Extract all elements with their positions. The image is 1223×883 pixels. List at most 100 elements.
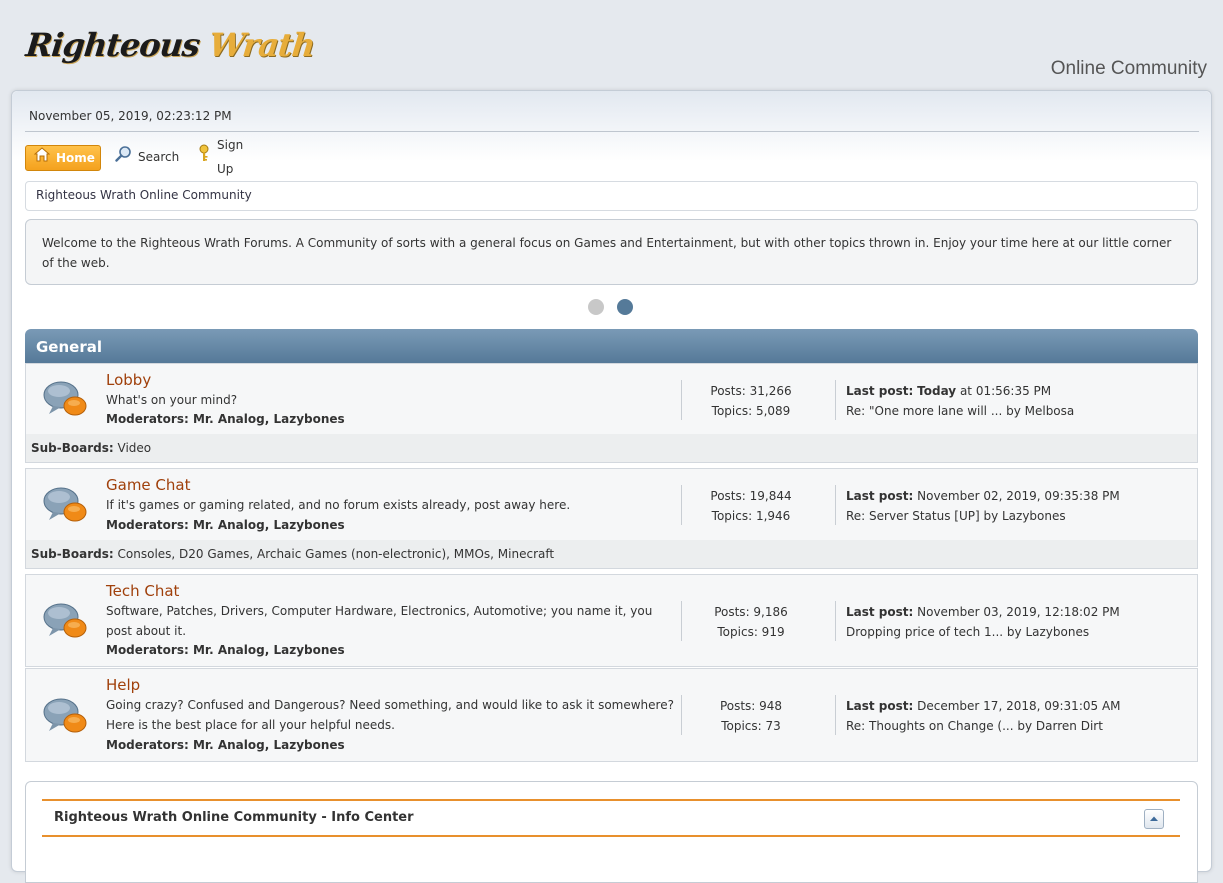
topics-count: Topics: 919	[717, 625, 785, 639]
menu-signup-button[interactable]: Sign Up	[197, 138, 243, 176]
menu-signup-label: Sign Up	[217, 138, 244, 176]
last-post-topic-link[interactable]: Re: "One more lane will ... by Melbosa	[846, 404, 1074, 418]
board-stats: Posts: 31,266 Topics: 5,089	[686, 381, 816, 421]
board-row-tech-chat: Tech Chat Software, Patches, Drivers, Co…	[25, 574, 1198, 667]
board-stats: Posts: 19,844 Topics: 1,946	[686, 486, 816, 526]
moderators-label: Moderators:	[106, 643, 189, 657]
site-tagline: Online Community	[1050, 58, 1207, 79]
chevron-up-icon	[1150, 816, 1158, 821]
forum-bubble-icon	[43, 698, 87, 733]
moderator-links[interactable]: Mr. Analog, Lazybones	[193, 518, 345, 532]
last-post-time: at 01:56:35 PM	[956, 384, 1052, 398]
site-header: Righteous Wrath Online Community	[0, 0, 1223, 88]
menu-home-button[interactable]: Home	[25, 145, 101, 171]
main-wrapper: November 05, 2019, 02:23:12 PM Home Sear…	[11, 90, 1212, 883]
last-post-day: Today	[917, 384, 957, 398]
menu-search-label: Search	[138, 150, 180, 164]
category-title: General	[36, 338, 102, 356]
subboard-links[interactable]: Video	[118, 441, 152, 455]
last-post-label: Last post:	[846, 699, 914, 713]
subboards-lobby: Sub-Boards: Video	[25, 434, 1198, 463]
board-title-link[interactable]: Tech Chat	[106, 582, 179, 600]
pager-dot-2[interactable]	[617, 299, 633, 315]
subboards-label: Sub-Boards:	[31, 441, 114, 455]
last-post-info: Last post: Today at 01:56:35 PM Re: "One…	[846, 381, 1074, 421]
home-icon	[33, 146, 51, 170]
last-post-time: November 02, 2019, 09:35:38 PM	[913, 489, 1120, 503]
posts-count: Posts: 31,266	[710, 384, 792, 398]
topics-count: Topics: 1,946	[711, 509, 791, 523]
last-post-info: Last post: November 03, 2019, 12:18:02 P…	[846, 602, 1120, 642]
board-moderators: Moderators: Mr. Analog, Lazybones	[106, 518, 345, 532]
logo-word-wrath: Wrath	[207, 26, 317, 64]
menu-search-button[interactable]: Search	[115, 145, 179, 169]
moderator-links[interactable]: Mr. Analog, Lazybones	[193, 738, 345, 752]
news-pager	[588, 299, 668, 315]
board-row-game-chat: Game Chat If it's games or gaming relate…	[25, 468, 1198, 541]
welcome-text: Welcome to the Righteous Wrath Forums. A…	[42, 236, 1172, 270]
divider	[681, 601, 682, 641]
last-post-label: Last post:	[846, 384, 914, 398]
last-post-time: November 03, 2019, 12:18:02 PM	[913, 605, 1120, 619]
subboards-label: Sub-Boards:	[31, 547, 114, 561]
divider	[835, 695, 836, 735]
board-stats: Posts: 948 Topics: 73	[686, 696, 816, 736]
moderators-label: Moderators:	[106, 412, 189, 426]
current-datetime: November 05, 2019, 02:23:12 PM	[29, 109, 232, 123]
last-post-label: Last post:	[846, 605, 914, 619]
board-description: What's on your mind?	[106, 393, 238, 407]
moderators-label: Moderators:	[106, 518, 189, 532]
info-center-title: Righteous Wrath Online Community - Info …	[54, 810, 414, 825]
search-icon	[115, 145, 132, 170]
site-logo[interactable]: Righteous Wrath	[24, 26, 316, 64]
moderator-links[interactable]: Mr. Analog, Lazybones	[193, 643, 345, 657]
forum-bubble-icon	[43, 487, 87, 522]
moderator-links[interactable]: Mr. Analog, Lazybones	[193, 412, 345, 426]
topics-count: Topics: 73	[721, 719, 781, 733]
board-description: Going crazy? Confused and Dangerous? Nee…	[106, 698, 674, 732]
divider	[681, 485, 682, 525]
key-icon	[197, 144, 211, 170]
board-title-link[interactable]: Lobby	[106, 371, 151, 389]
divider	[681, 380, 682, 420]
divider	[25, 131, 1199, 132]
last-post-label: Last post:	[846, 489, 914, 503]
moderators-label: Moderators:	[106, 738, 189, 752]
info-center-header: Righteous Wrath Online Community - Info …	[42, 799, 1180, 837]
breadcrumb: Righteous Wrath Online Community	[25, 181, 1198, 211]
board-title-link[interactable]: Game Chat	[106, 476, 190, 494]
collapse-toggle-button[interactable]	[1144, 809, 1164, 829]
divider	[835, 485, 836, 525]
divider	[835, 380, 836, 420]
board-description: Software, Patches, Drivers, Computer Har…	[106, 604, 653, 638]
welcome-news: Welcome to the Righteous Wrath Forums. A…	[25, 219, 1198, 285]
board-stats: Posts: 9,186 Topics: 919	[686, 602, 816, 642]
wrapper-gradient	[12, 91, 1211, 161]
divider	[681, 695, 682, 735]
forum-bubble-icon	[43, 381, 87, 416]
last-post-topic-link[interactable]: Dropping price of tech 1... by Lazybones	[846, 625, 1089, 639]
last-post-info: Last post: November 02, 2019, 09:35:38 P…	[846, 486, 1120, 526]
logo-word-righteous: Righteous	[24, 26, 202, 64]
last-post-time: December 17, 2018, 09:31:05 AM	[913, 699, 1121, 713]
forum-bubble-icon	[43, 603, 87, 638]
posts-count: Posts: 19,844	[710, 489, 792, 503]
board-title-link[interactable]: Help	[106, 676, 140, 694]
topics-count: Topics: 5,089	[711, 404, 791, 418]
last-post-topic-link[interactable]: Re: Thoughts on Change (... by Darren Di…	[846, 719, 1103, 733]
posts-count: Posts: 9,186	[714, 605, 788, 619]
pager-dot-1[interactable]	[588, 299, 604, 315]
posts-count: Posts: 948	[719, 699, 783, 713]
divider	[835, 601, 836, 641]
board-moderators: Moderators: Mr. Analog, Lazybones	[106, 738, 345, 752]
subboard-links[interactable]: Consoles, D20 Games, Archaic Games (non-…	[118, 547, 555, 561]
breadcrumb-forum-link[interactable]: Righteous Wrath Online Community	[36, 188, 252, 202]
category-header-general[interactable]: General	[25, 329, 1198, 363]
board-row-lobby: Lobby What's on your mind? Moderators: M…	[25, 363, 1198, 435]
last-post-info: Last post: December 17, 2018, 09:31:05 A…	[846, 696, 1121, 736]
last-post-topic-link[interactable]: Re: Server Status [UP] by Lazybones	[846, 509, 1066, 523]
menu-home-label: Home	[56, 151, 95, 165]
board-moderators: Moderators: Mr. Analog, Lazybones	[106, 412, 345, 426]
board-description: If it's games or gaming related, and no …	[106, 498, 571, 512]
board-moderators: Moderators: Mr. Analog, Lazybones	[106, 643, 345, 657]
